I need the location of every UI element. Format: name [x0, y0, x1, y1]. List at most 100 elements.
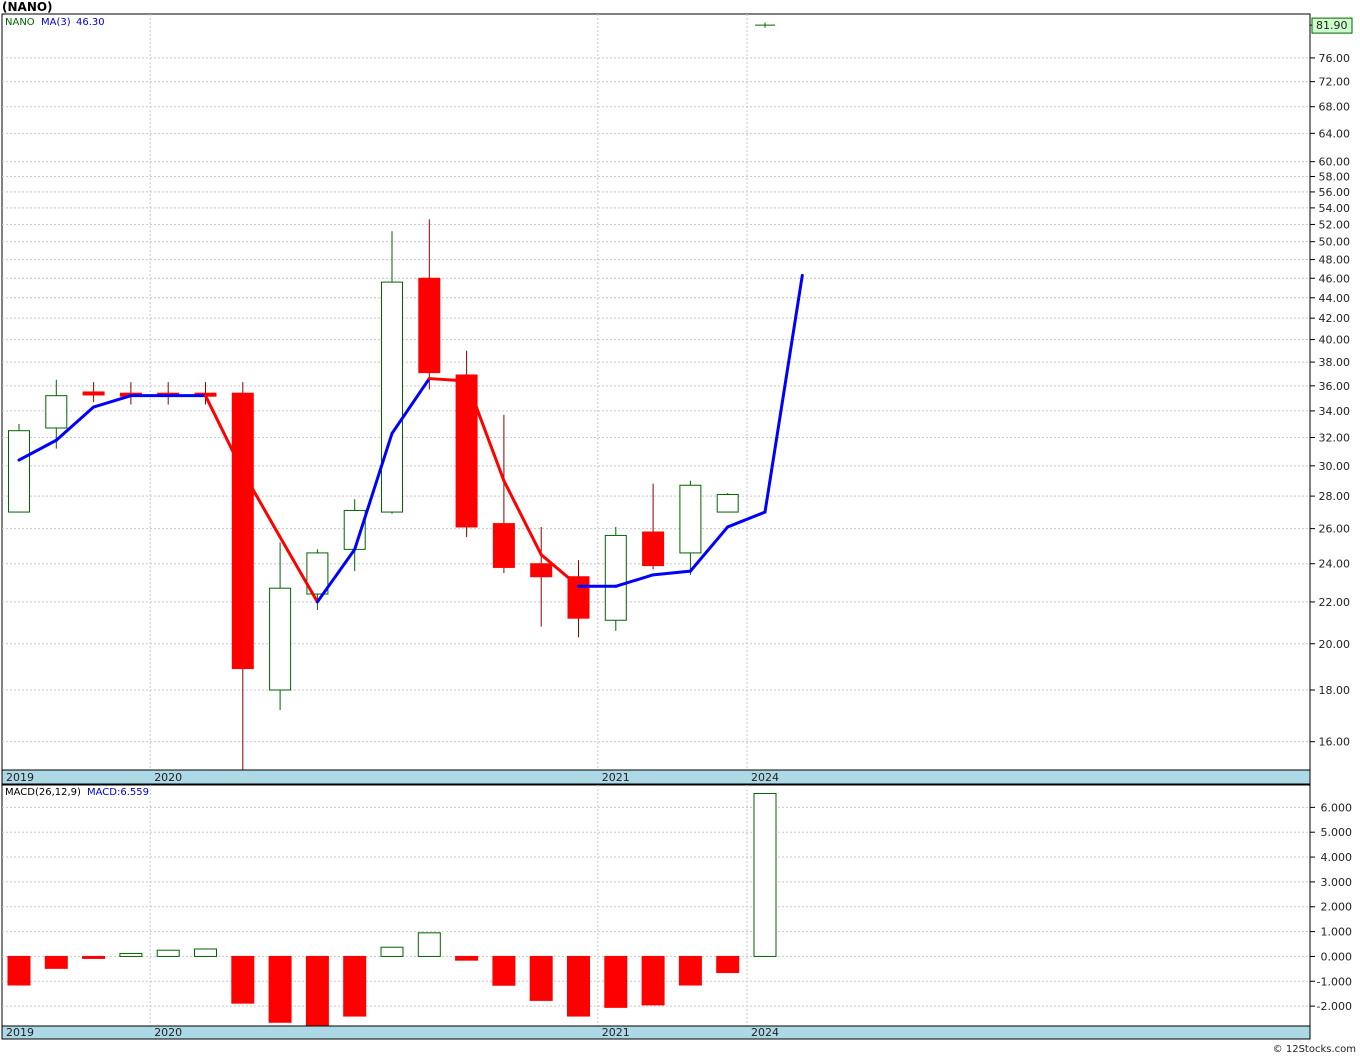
macd-tick-label: 4.000: [1321, 851, 1353, 864]
candle-body: [381, 281, 403, 513]
legend-ma-label: MA(3): [41, 17, 71, 28]
macd-bar: [492, 955, 516, 986]
macd-tick-label: 0.000: [1321, 950, 1353, 963]
price-tick-label: 28.00: [1319, 490, 1351, 503]
candle: [455, 350, 478, 538]
price-tick-label: 64.00: [1319, 127, 1351, 140]
chart-title: (NANO): [2, 0, 53, 14]
macd-bar: [268, 955, 292, 1023]
macd-x-label: 2024: [751, 1026, 779, 1039]
candle-body: [492, 523, 515, 568]
legend-macd-label: MACD(26,12,9): [5, 787, 81, 798]
price-x-axis-band: [1, 769, 1311, 785]
macd-panel: 6.000 5.000 4.000 3.000 2.000 1.000 0.000 -1.00…: [1, 784, 1352, 1040]
site-credit: © 12Stocks.com: [1273, 1044, 1356, 1055]
candle-body: [418, 277, 441, 374]
macd-bar: [44, 955, 68, 969]
price-legend: NANO MA(3) 46.30: [5, 17, 105, 28]
candle-body: [679, 484, 702, 554]
macd-x-label: 2019: [6, 1026, 34, 1039]
candle-body: [642, 531, 665, 567]
price-panel: 16.00 18.00 20.00 22.00 24.00 26.00 28.00 30.00…: [1, 13, 1353, 785]
candle-body: [8, 430, 30, 513]
macd-bar: [231, 955, 255, 1004]
macd-bar: [753, 792, 777, 957]
macd-tick-label: -2.000: [1317, 1000, 1352, 1013]
macd-bar: [119, 952, 143, 957]
price-tick-label: 30.00: [1319, 460, 1351, 473]
legend-symbol: NANO: [5, 17, 35, 28]
price-tick-label: 54.00: [1319, 202, 1351, 215]
price-x-label: 2019: [6, 771, 34, 784]
candle: [604, 526, 627, 631]
macd-bar: [7, 955, 31, 986]
macd-bar: [305, 955, 329, 1027]
legend-macd-value: MACD:6.559: [87, 787, 149, 798]
price-tick-label: 56.00: [1319, 186, 1351, 199]
price-tick-label: 46.00: [1319, 272, 1351, 285]
price-tick-label: 24.00: [1319, 558, 1351, 571]
price-tick-label: 18.00: [1319, 684, 1351, 697]
price-tick-label: 22.00: [1319, 596, 1351, 609]
candle-body: [82, 391, 105, 396]
price-tick-label: 32.00: [1319, 432, 1351, 445]
price-tick-label: 26.00: [1319, 523, 1351, 536]
macd-x-axis-band: [1, 1025, 1311, 1040]
legend-ma-value: 46.30: [76, 17, 105, 28]
candle-body: [716, 494, 739, 513]
macd-tick-label: 6.000: [1321, 801, 1353, 814]
price-tick-label: 68.00: [1319, 101, 1351, 114]
macd-bar: [678, 955, 702, 986]
macd-y-axis: 6.000 5.000 4.000 3.000 2.000 1.000 0.000 -1.00…: [1310, 801, 1352, 1013]
stock-chart: (NANO) 16.00 18.00 20.00 22.00 24.00 26.00 28.…: [1, 0, 1356, 1055]
macd-bar: [716, 955, 740, 974]
macd-bar: [380, 946, 404, 957]
macd-tick-label: 5.000: [1321, 826, 1353, 839]
price-tick-label: 42.00: [1319, 312, 1351, 325]
macd-bar: [417, 932, 441, 957]
price-tick-label: 60.00: [1319, 156, 1351, 169]
candle: [716, 492, 739, 513]
price-plot-frame: [1, 13, 1311, 771]
candle-body: [604, 534, 627, 621]
macd-bar: [604, 955, 628, 1008]
price-x-label: 2020: [154, 771, 182, 784]
macd-bar: [156, 949, 180, 957]
price-tick-label: 72.00: [1319, 76, 1351, 89]
price-tick-label: 50.00: [1319, 236, 1351, 249]
macd-bar: [529, 955, 553, 1001]
macd-x-label: 2020: [154, 1026, 182, 1039]
candle-body: [567, 576, 590, 619]
price-tick-label: 38.00: [1319, 356, 1351, 369]
macd-tick-label: 3.000: [1321, 876, 1353, 889]
candle-body: [231, 392, 254, 670]
price-y-axis: 16.00 18.00 20.00 22.00 24.00 26.00 28.00 30.00…: [1310, 24, 1351, 749]
price-tick-label: 76.00: [1319, 52, 1351, 65]
price-tick-label: 58.00: [1319, 171, 1351, 184]
last-price-badge: 81.90: [1311, 17, 1353, 34]
macd-tick-label: 2.000: [1321, 901, 1353, 914]
price-tick-label: 16.00: [1319, 736, 1351, 749]
macd-x-label: 2021: [602, 1026, 630, 1039]
candle-body: [530, 563, 553, 578]
price-x-label: 2021: [602, 771, 630, 784]
last-price-label: 81.90: [1316, 19, 1348, 32]
price-tick-label: 40.00: [1319, 334, 1351, 347]
macd-legend: MACD(26,12,9) MACD:6.559: [5, 787, 149, 798]
candle-body: [269, 587, 292, 691]
price-tick-label: 48.00: [1319, 254, 1351, 267]
macd-bar: [194, 948, 217, 957]
macd-tick-label: 1.000: [1321, 926, 1353, 939]
macd-bar: [567, 955, 590, 1017]
price-tick-label: 20.00: [1319, 638, 1351, 651]
macd-bar: [641, 955, 665, 1006]
candle: [8, 424, 30, 513]
price-tick-label: 36.00: [1319, 380, 1351, 393]
macd-bar: [343, 955, 367, 1017]
price-tick-label: 34.00: [1319, 405, 1351, 418]
price-tick-label: 44.00: [1319, 292, 1351, 305]
macd-bar: [455, 955, 479, 961]
macd-bar: [82, 955, 106, 959]
price-x-label: 2024: [751, 771, 779, 784]
candle-body: [45, 395, 68, 429]
